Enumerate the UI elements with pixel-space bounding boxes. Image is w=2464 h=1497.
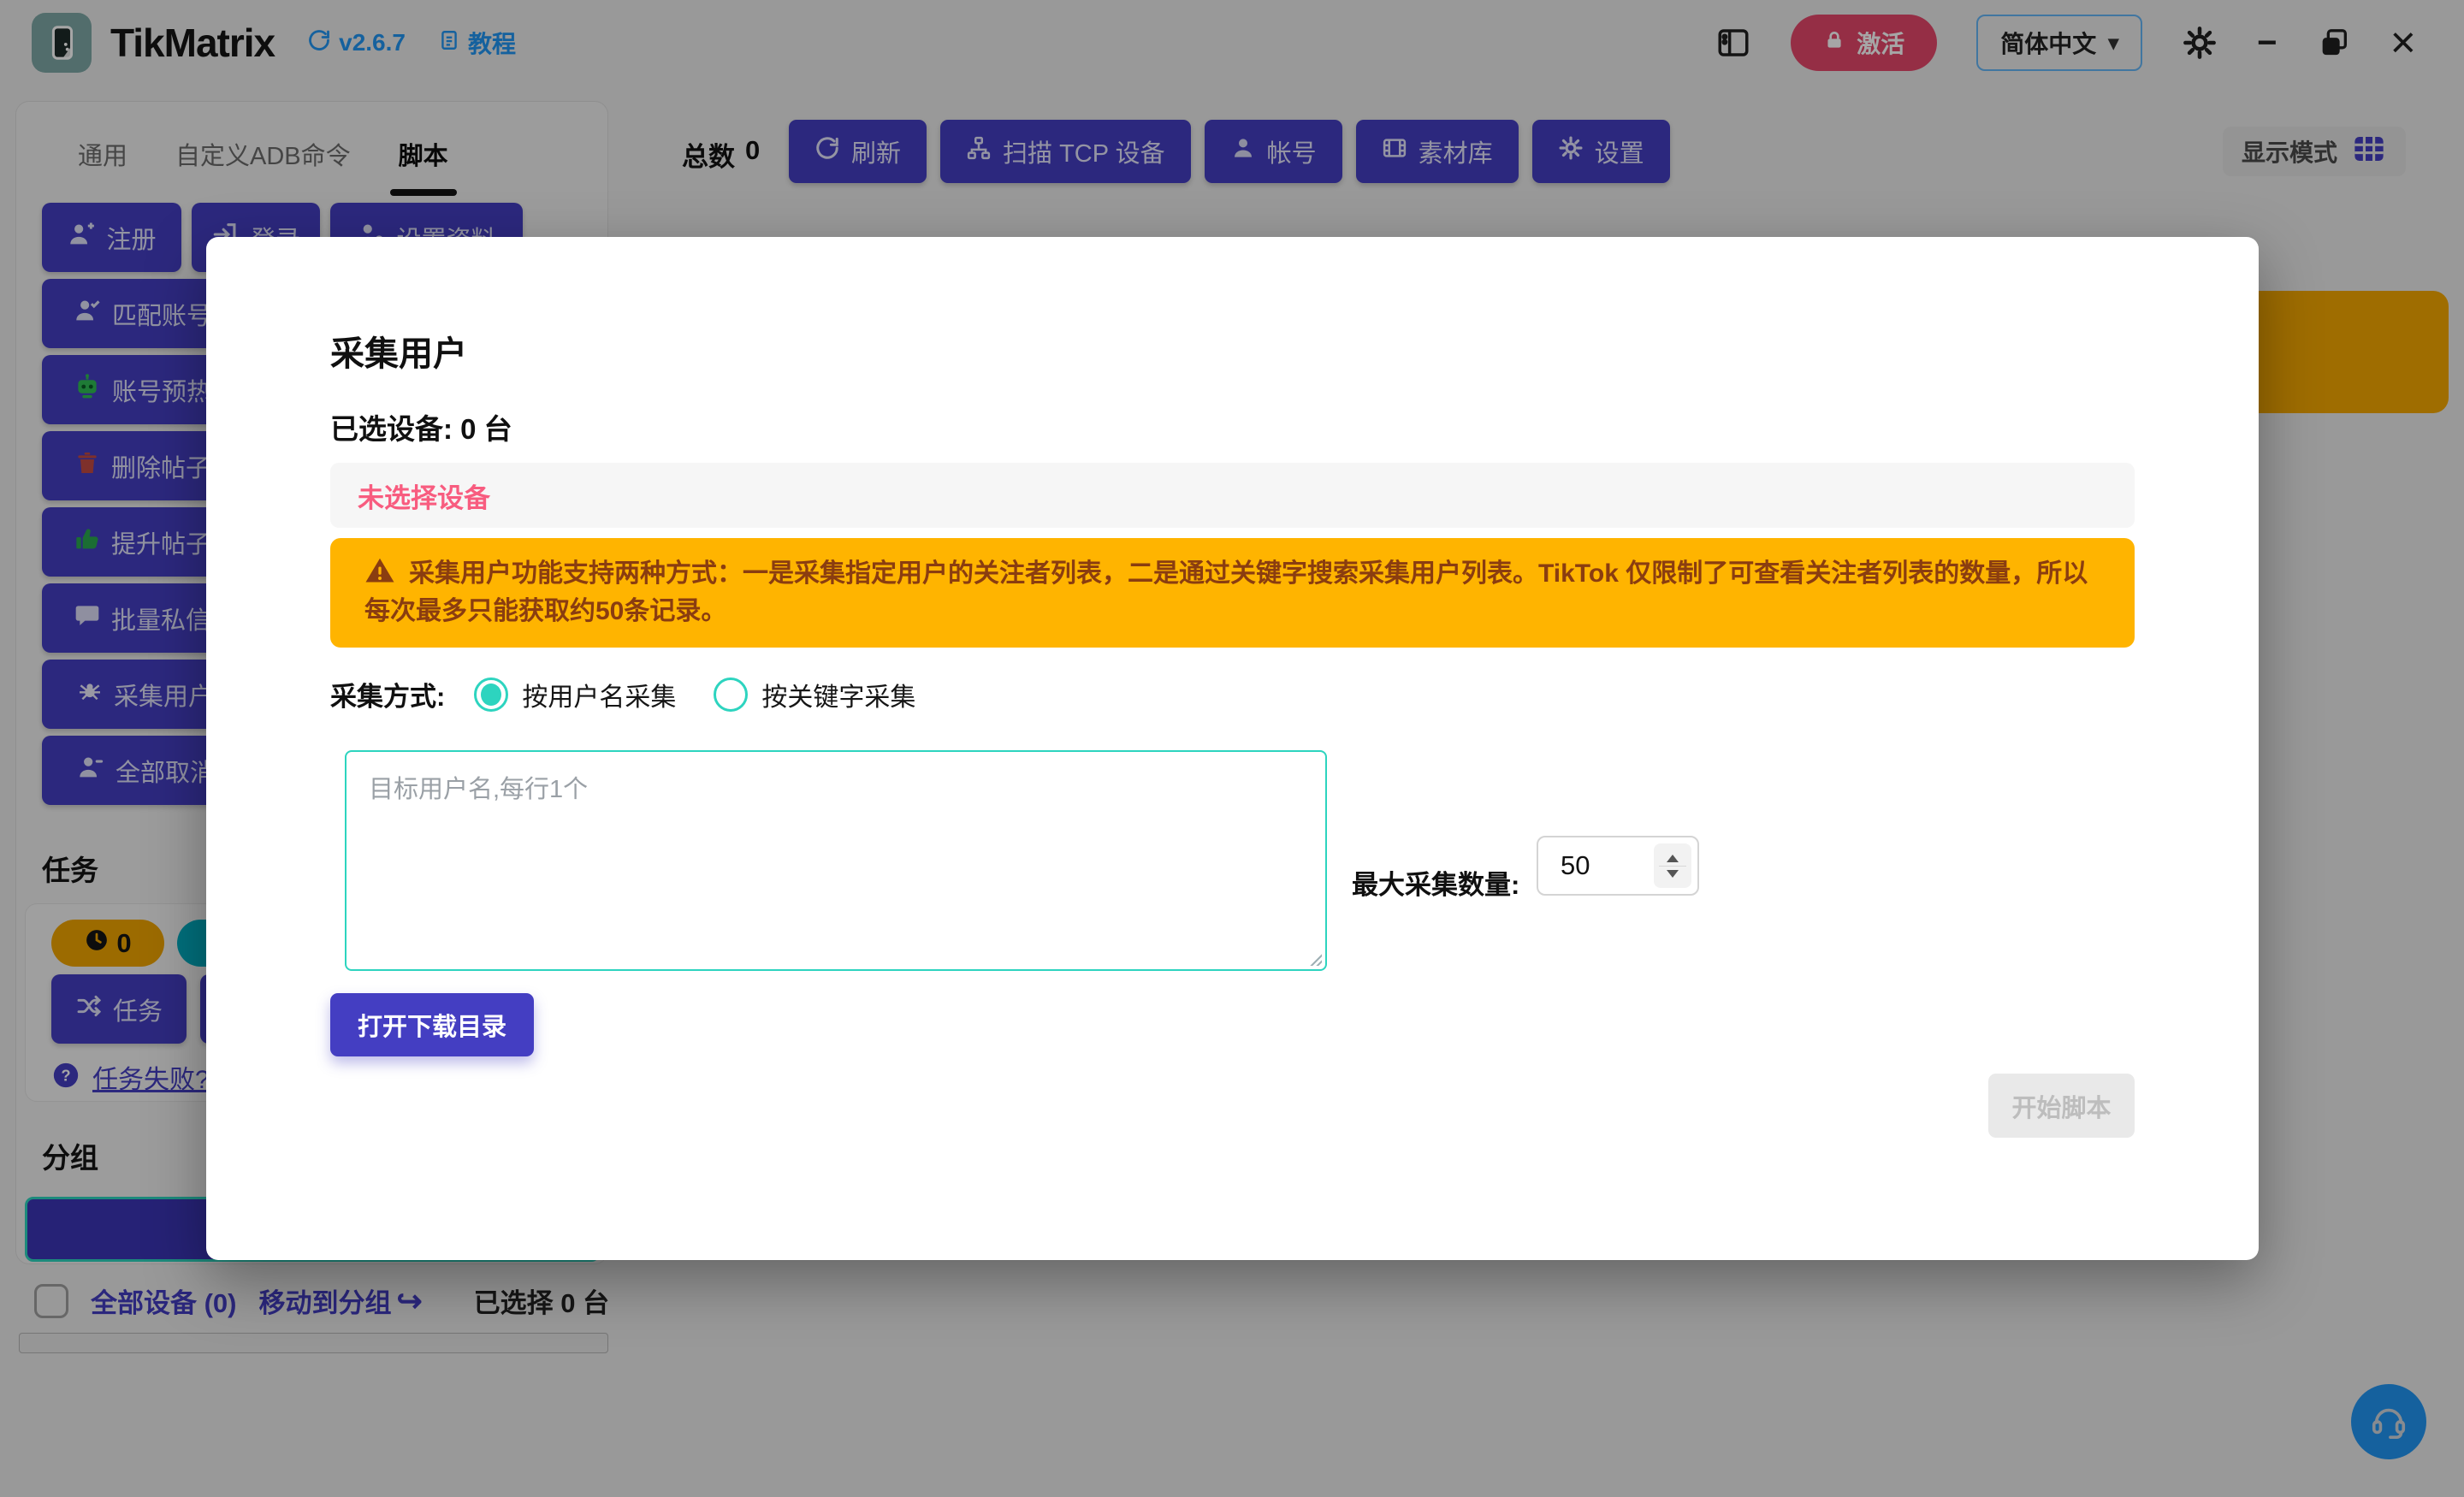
no-device-box: 未选择设备: [330, 463, 2135, 528]
max-count-label: 最大采集数量:: [1352, 863, 1519, 902]
radio-by-username-label[interactable]: 按用户名采集: [522, 676, 676, 713]
radio-by-keyword-label[interactable]: 按关键字采集: [761, 676, 915, 713]
modal-title: 采集用户: [330, 326, 467, 376]
selected-devices-label: 已选设备: 0 台: [330, 406, 512, 447]
start-script-button[interactable]: 开始脚本: [1988, 1074, 2135, 1138]
radio-by-username[interactable]: [474, 677, 508, 712]
no-device-text: 未选择设备: [358, 476, 490, 515]
collect-method-row: 采集方式: 按用户名采集 按关键字采集: [330, 675, 953, 713]
collect-method-label: 采集方式:: [330, 675, 445, 713]
open-download-dir-button[interactable]: 打开下载目录: [330, 993, 534, 1056]
max-count-input[interactable]: [1561, 850, 1655, 881]
max-count-input-wrap: [1537, 836, 1699, 896]
warning-box: 采集用户功能支持两种方式：一是采集指定用户的关注者列表，二是通过关键字搜索采集用…: [330, 538, 2135, 648]
collect-users-modal: 采集用户 已选设备: 0 台 未选择设备 采集用户功能支持两种方式：一是采集指定…: [206, 237, 2259, 1260]
number-stepper[interactable]: [1654, 843, 1691, 888]
warning-text: 采集用户功能支持两种方式：一是采集指定用户的关注者列表，二是通过关键字搜索采集用…: [364, 559, 2088, 625]
target-usernames-input[interactable]: [345, 750, 1327, 971]
warning-icon: [364, 555, 395, 586]
stepper-up-icon[interactable]: [1667, 855, 1679, 862]
stepper-down-icon[interactable]: [1667, 870, 1679, 878]
radio-by-keyword[interactable]: [714, 677, 748, 712]
